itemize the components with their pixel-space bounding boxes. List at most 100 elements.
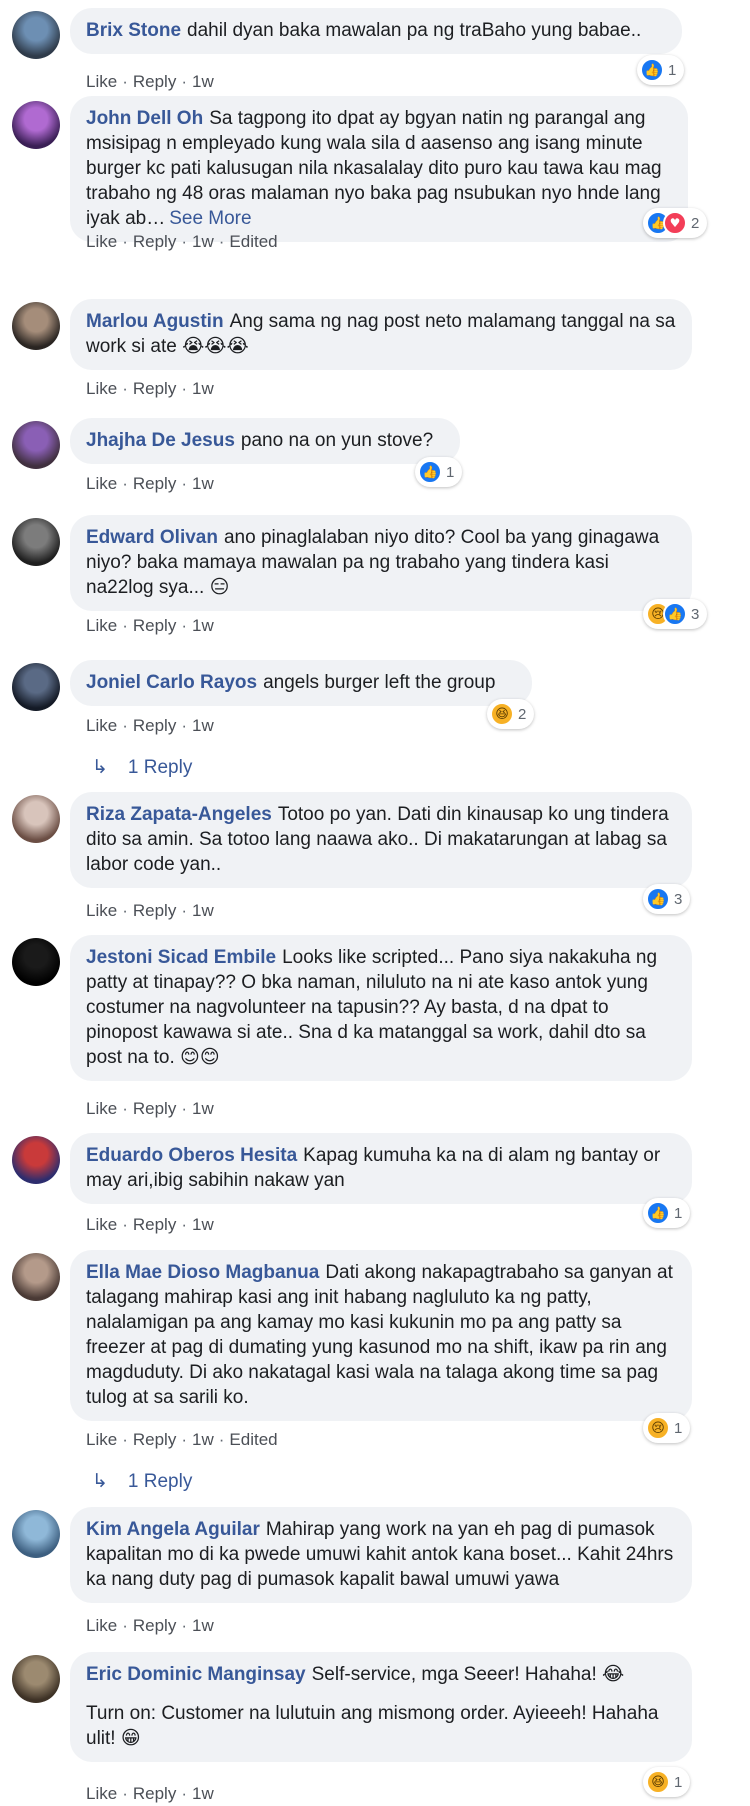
reply-button[interactable]: Reply [133,1784,176,1803]
separator: · [181,474,187,493]
author-name-link[interactable]: Brix Stone [86,20,181,41]
separator: · [181,379,187,398]
avatar[interactable] [12,302,60,350]
avatar[interactable] [12,101,60,149]
like-button[interactable]: Like [86,232,117,251]
author-name-link[interactable]: Riza Zapata-Angeles [86,804,272,825]
avatar[interactable] [12,1510,60,1558]
comment-actions: Like · Reply · 1w [86,616,214,636]
avatar[interactable] [12,11,60,59]
avatar[interactable] [12,1655,60,1703]
reaction-summary[interactable]: 👍 3 [643,884,691,914]
comment-paragraph: Turn on: Customer na lulutuin ang mismon… [86,1701,676,1751]
avatar[interactable] [12,518,60,566]
reply-arrow-icon: ↳ [92,756,108,778]
like-button[interactable]: Like [86,72,117,91]
separator: · [122,379,128,398]
timestamp-link[interactable]: 1w [192,379,214,398]
edited-label: Edited [229,1430,278,1449]
timestamp-link[interactable]: 1w [192,1784,214,1803]
view-replies-link[interactable]: ↳ 1 Reply [92,756,192,779]
reaction-summary[interactable]: 👍 ♥ 2 [643,208,708,238]
reaction-summary[interactable]: 👍 1 [637,55,685,85]
like-button[interactable]: Like [86,1215,117,1234]
author-name-link[interactable]: Ella Mae Dioso Magbanua [86,1262,319,1283]
sad-reaction-icon: 😢 [646,1416,670,1440]
reply-button[interactable]: Reply [133,616,176,635]
reply-button[interactable]: Reply [133,72,176,91]
timestamp-link[interactable]: 1w [192,474,214,493]
reply-button[interactable]: Reply [133,901,176,920]
comment-actions: Like · Reply · 1w [86,716,214,736]
reaction-count: 3 [674,890,683,908]
timestamp-link[interactable]: 1w [192,1616,214,1635]
comment-actions: Like · Reply · 1w [86,1099,214,1119]
author-name-link[interactable]: Marlou Agustin [86,311,224,332]
author-name-link[interactable]: Eric Dominic Manginsay [86,1664,306,1685]
separator: · [122,1616,128,1635]
timestamp-link[interactable]: 1w [192,1099,214,1118]
author-name-link[interactable]: Kim Angela Aguilar [86,1519,260,1540]
edited-label: Edited [229,232,278,251]
reaction-count: 2 [691,214,700,232]
comment-actions: Like · Reply · 1w [86,901,214,921]
reaction-summary[interactable]: 😢 👍 3 [643,599,708,629]
reply-button[interactable]: Reply [133,379,176,398]
like-button[interactable]: Like [86,1784,117,1803]
view-replies-link[interactable]: ↳ 1 Reply [92,1470,192,1493]
avatar[interactable] [12,938,60,986]
like-button[interactable]: Like [86,474,117,493]
separator: · [122,474,128,493]
avatar[interactable] [12,795,60,843]
avatar[interactable] [12,421,60,469]
like-button[interactable]: Like [86,901,117,920]
avatar[interactable] [12,663,60,711]
comment-bubble: John Dell Oh Sa tagpong ito dpat ay bgyan… [70,96,688,242]
like-button[interactable]: Like [86,1430,117,1449]
reply-button[interactable]: Reply [133,1215,176,1234]
reply-button[interactable]: Reply [133,716,176,735]
reply-button[interactable]: Reply [133,1099,176,1118]
comment-actions: Like · Reply · 1w [86,1215,214,1235]
reaction-count: 2 [518,705,527,723]
avatar[interactable] [12,1136,60,1184]
comment-actions: Like · Reply · 1w [86,72,214,92]
comment-item: Kim Angela Aguilar Mahirap yang work na y… [0,1507,750,1635]
reaction-summary[interactable]: 👍 1 [415,457,463,487]
timestamp-link[interactable]: 1w [192,1215,214,1234]
separator: · [181,1430,187,1449]
reaction-summary[interactable]: 😆 2 [487,699,535,729]
like-button[interactable]: Like [86,716,117,735]
like-button[interactable]: Like [86,379,117,398]
reaction-summary[interactable]: 😆 1 [643,1767,691,1797]
reply-button[interactable]: Reply [133,232,176,251]
separator: · [181,616,187,635]
timestamp-link[interactable]: 1w [192,901,214,920]
see-more-link[interactable]: See More [169,208,251,229]
timestamp-link[interactable]: 1w [192,1430,214,1449]
author-name-link[interactable]: Eduardo Oberos Hesita [86,1145,297,1166]
author-name-link[interactable]: John Dell Oh [86,108,203,129]
reply-button[interactable]: Reply [133,1430,176,1449]
reply-button[interactable]: Reply [133,474,176,493]
comment-bubble: Jhajha De Jesus pano na on yun stove? [70,418,460,464]
author-name-link[interactable]: Jhajha De Jesus [86,430,235,451]
reaction-summary[interactable]: 👍 1 [643,1198,691,1228]
author-name-link[interactable]: Jestoni Sicad Embile [86,947,276,968]
timestamp-link[interactable]: 1w [192,72,214,91]
like-button[interactable]: Like [86,616,117,635]
view-replies-label: 1 Reply [127,1471,193,1492]
author-name-link[interactable]: Edward Olivan [86,527,218,548]
like-reaction-icon: 👍 [418,460,442,484]
timestamp-link[interactable]: 1w [192,716,214,735]
comment-text: pano na on yun stove? [240,430,434,451]
timestamp-link[interactable]: 1w [192,232,214,251]
like-button[interactable]: Like [86,1099,117,1118]
timestamp-link[interactable]: 1w [192,616,214,635]
reply-button[interactable]: Reply [133,1616,176,1635]
separator: · [181,72,187,91]
like-button[interactable]: Like [86,1616,117,1635]
author-name-link[interactable]: Joniel Carlo Rayos [86,672,257,693]
reaction-summary[interactable]: 😢 1 [643,1413,691,1443]
avatar[interactable] [12,1253,60,1301]
